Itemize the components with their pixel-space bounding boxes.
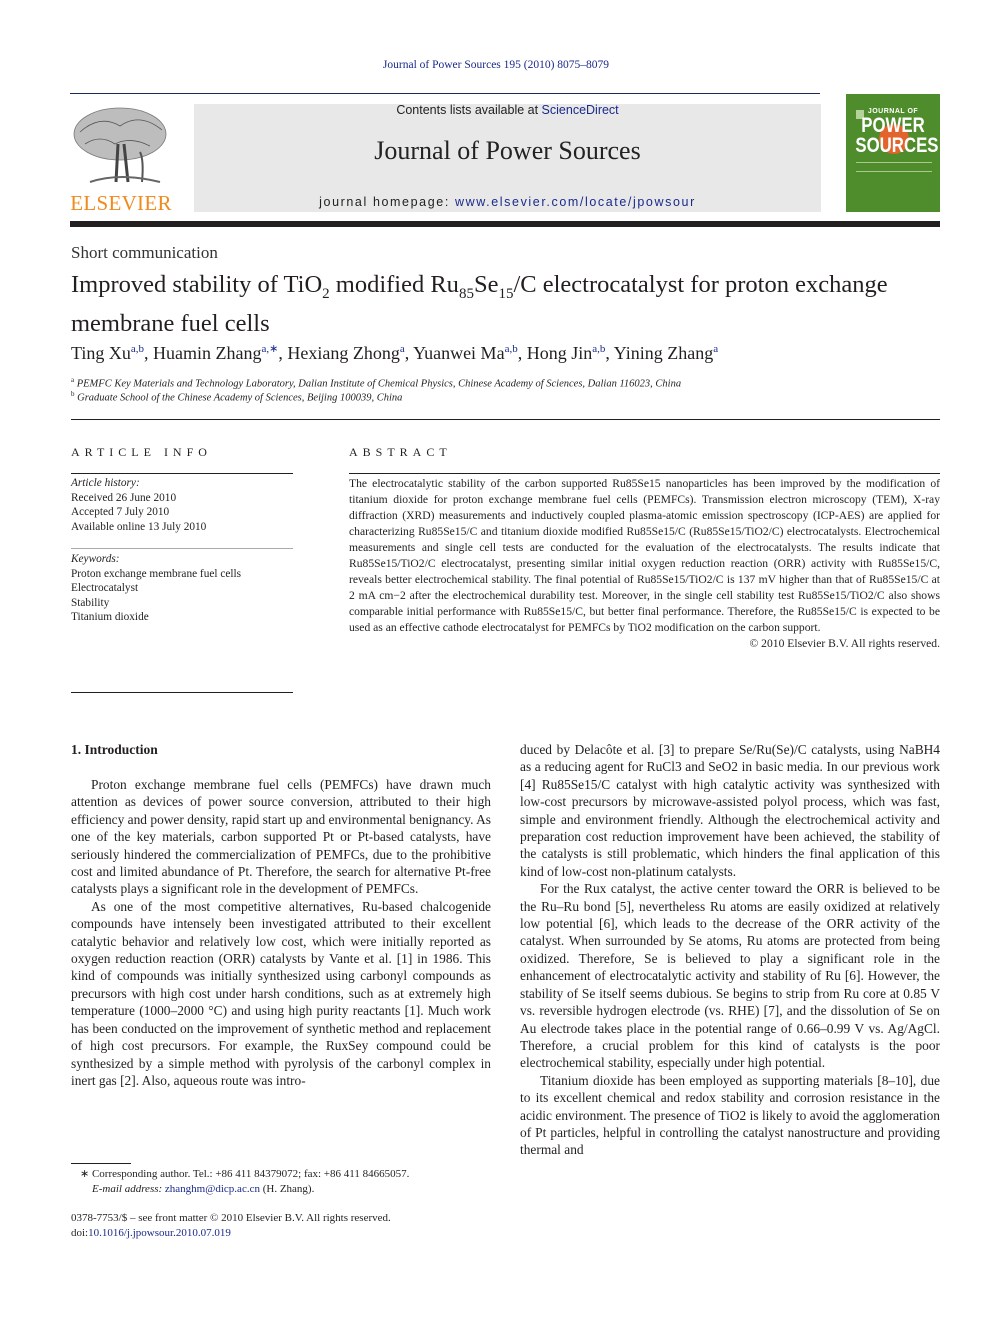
keywords: Keywords: Proton exchange membrane fuel … [71, 552, 293, 625]
article-title: Improved stability of TiO2 modified Ru85… [71, 271, 888, 337]
author[interactable]: Huamin Zhanga,∗ [153, 343, 278, 363]
history-accepted: Accepted 7 July 2010 [71, 506, 170, 518]
body-column-right: duced by Delacôte et al. [3] to prepare … [520, 741, 940, 1159]
abstract-heading: ABSTRACT [349, 445, 452, 459]
paragraph: duced by Delacôte et al. [3] to prepare … [520, 742, 940, 879]
section-heading-introduction: 1. Introduction [71, 742, 158, 757]
sciencedirect-link[interactable]: ScienceDirect [542, 103, 619, 117]
author-list: Ting Xua,b, Huamin Zhanga,∗, Hexiang Zho… [71, 343, 719, 363]
body-column-left: Proton exchange membrane fuel cells (PEM… [71, 776, 491, 1089]
article-type: Short communication [71, 243, 218, 262]
article-info-heading: ARTICLE INFO [71, 445, 212, 459]
abstract-rule [349, 473, 940, 474]
article-info-rule [71, 473, 293, 474]
running-citation[interactable]: Journal of Power Sources 195 (2010) 8075… [0, 59, 992, 71]
header-thick-bar [70, 221, 940, 227]
article-info-bottom-rule [71, 692, 293, 693]
paragraph: Proton exchange membrane fuel cells (PEM… [71, 777, 491, 897]
abstract-body: The electrocatalytic stability of the ca… [349, 476, 940, 652]
article-history: Article history: Received 26 June 2010 A… [71, 476, 293, 534]
doi-line: doi:10.1016/j.jpowsour.2010.07.019 [71, 1226, 231, 1241]
keyword: Stability [71, 596, 110, 609]
abstract-copyright: © 2010 Elsevier B.V. All rights reserved… [749, 637, 940, 650]
contents-line: Contents lists available at ScienceDirec… [194, 103, 821, 117]
history-label: Article history: [71, 477, 140, 489]
abstract-text: The electrocatalytic stability of the ca… [349, 477, 940, 634]
email-suffix: (H. Zhang). [259, 1183, 315, 1195]
footnote-rule [71, 1163, 131, 1164]
keyword: Titanium dioxide [71, 611, 149, 623]
affiliation-a: a PEMFC Key Materials and Technology Lab… [71, 376, 682, 390]
author[interactable]: Yining Zhanga [614, 343, 718, 363]
elsevier-tree-icon [73, 107, 167, 183]
email-note: E-mail address: zhanghm@dicp.ac.cn (H. Z… [92, 1182, 314, 1197]
keywords-label: Keywords: [71, 553, 120, 565]
author[interactable]: Hexiang Zhonga [287, 343, 404, 363]
keyword: Electrocatalyst [71, 582, 139, 594]
author[interactable]: Ting Xua,b [71, 343, 144, 363]
issn-line: 0378-7753/$ – see front matter © 2010 El… [71, 1212, 391, 1224]
elsevier-logo[interactable]: ELSEVIER [70, 104, 172, 216]
paragraph: Titanium dioxide has been employed as su… [520, 1072, 940, 1158]
title-divider [71, 419, 940, 420]
doi-link[interactable]: 10.1016/j.jpowsour.2010.07.019 [88, 1227, 231, 1239]
author[interactable]: Hong Jina,b [527, 343, 606, 363]
journal-title: Journal of Power Sources [374, 136, 641, 165]
history-received: Received 26 June 2010 [71, 491, 177, 504]
cover-title: POWER SOURCES [855, 115, 938, 156]
doi-prefix: doi: [71, 1227, 89, 1239]
contents-prefix: Contents lists available at [396, 103, 542, 117]
header-rule [70, 93, 820, 94]
history-online: Available online 13 July 2010 [71, 520, 207, 533]
elsevier-wordmark: ELSEVIER [70, 191, 172, 215]
homepage-link[interactable]: www.elsevier.com/locate/jpowsour [455, 195, 696, 209]
corresponding-author-note: ∗ Corresponding author. Tel.: +86 411 84… [80, 1168, 410, 1180]
homepage-line: journal homepage: www.elsevier.com/locat… [194, 195, 821, 209]
keywords-rule [71, 548, 293, 549]
paragraph: For the Rux catalyst, the active center … [520, 881, 940, 1071]
author[interactable]: Yuanwei Maa,b [413, 343, 518, 363]
keyword: Proton exchange membrane fuel cells [71, 567, 242, 580]
affiliation-b: b Graduate School of the Chinese Academy… [71, 390, 403, 404]
cover-subtitle [856, 162, 932, 172]
cover-sources: SOURCES [855, 134, 939, 157]
email-link[interactable]: zhanghm@dicp.ac.cn [165, 1183, 260, 1195]
journal-cover-image[interactable]: JOURNAL OF POWER SOURCES [846, 94, 940, 212]
homepage-prefix: journal homepage: [319, 195, 455, 209]
email-label: E-mail address: [92, 1183, 163, 1195]
journal-banner: Contents lists available at ScienceDirec… [194, 103, 821, 212]
paragraph: As one of the most competitive alternati… [71, 898, 491, 1088]
